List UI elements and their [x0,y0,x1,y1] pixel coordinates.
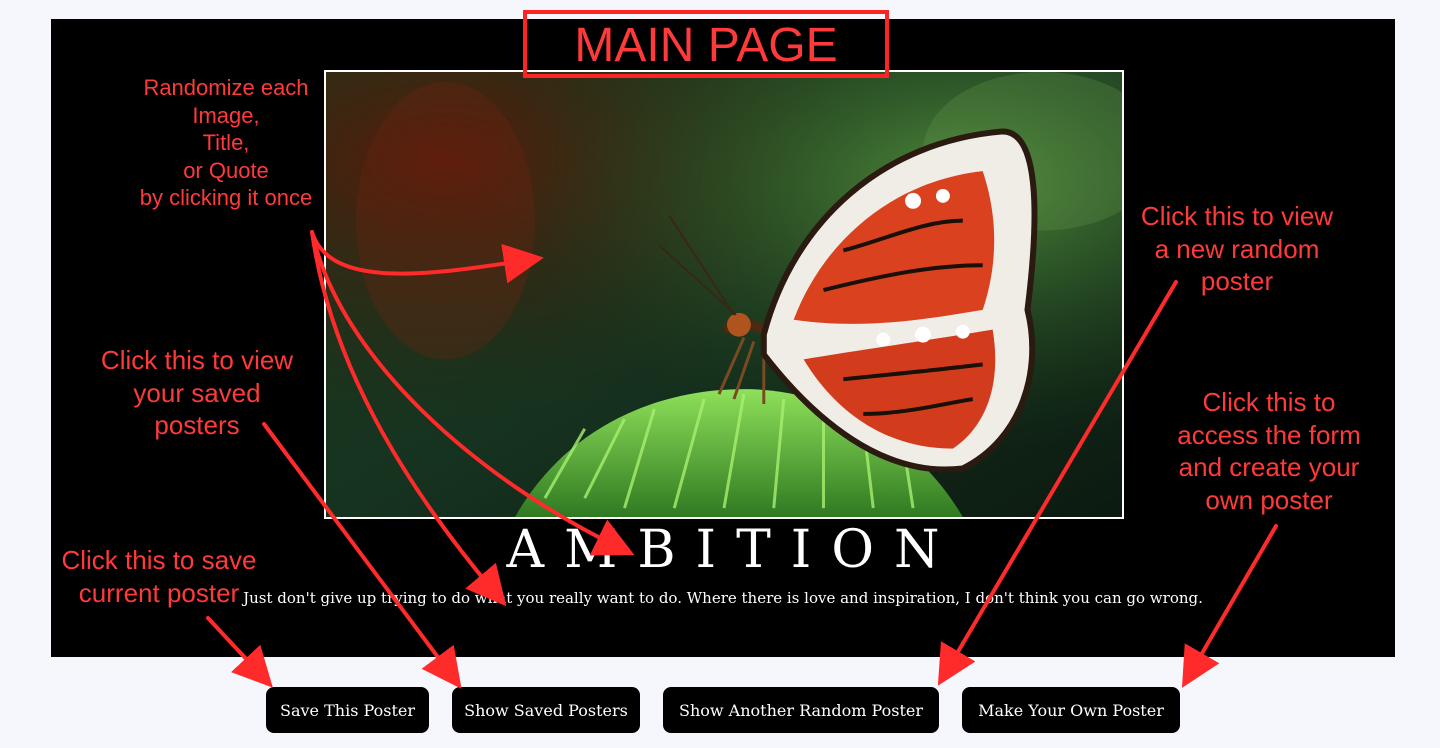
annotation-random-poster: Click this to view a new random poster [1140,201,1334,296]
annotation-save-poster: Click this to save current poster [61,545,257,608]
make-own-poster-button[interactable]: Make Your Own Poster [962,687,1180,733]
annotation-saved-posters: Click this to view your saved posters [100,345,294,440]
annotation-make-own: Click this to access the form and create… [1177,387,1361,515]
show-random-poster-button[interactable]: Show Another Random Poster [663,687,939,733]
main-page-label: MAIN PAGE [523,10,889,78]
save-poster-button[interactable]: Save This Poster [266,687,429,733]
annotation-randomize: Randomize each Image, Title, or Quote by… [139,75,313,210]
poster-image[interactable] [324,70,1124,519]
butterfly-image [326,72,1122,517]
show-saved-posters-button[interactable]: Show Saved Posters [452,687,640,733]
